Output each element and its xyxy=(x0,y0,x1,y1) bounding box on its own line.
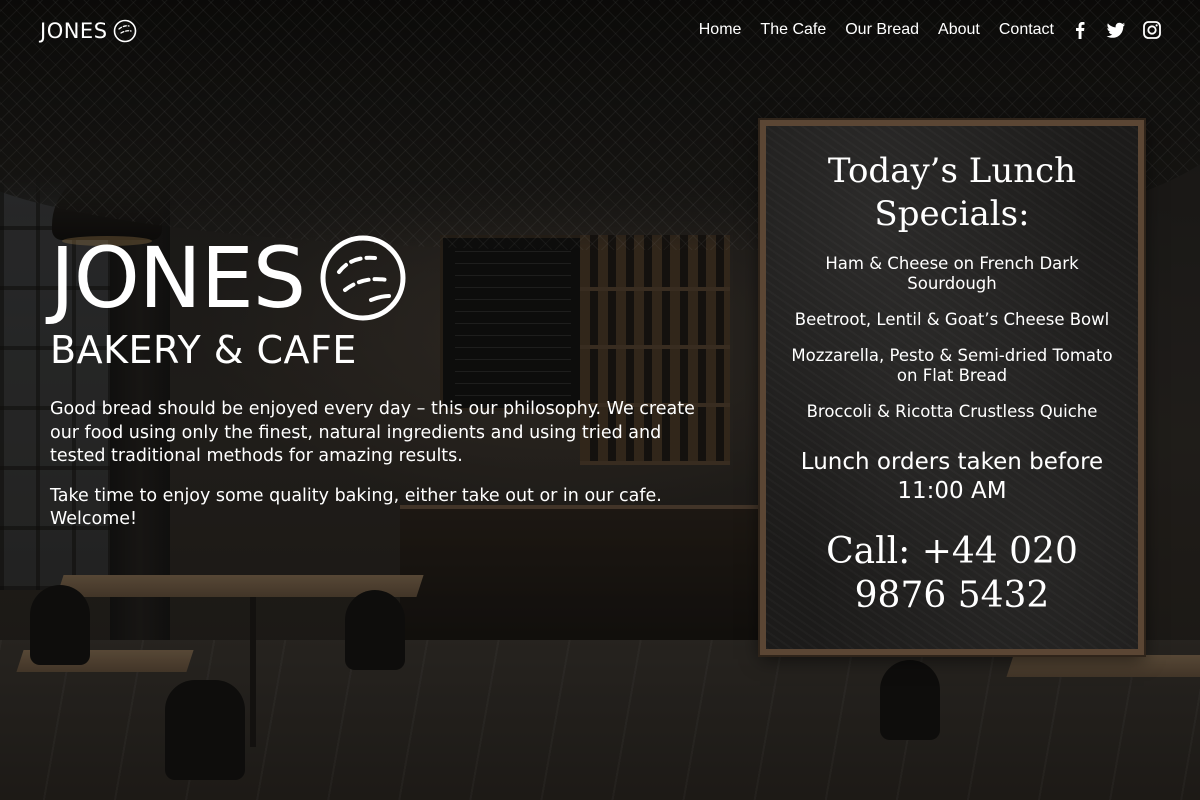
lunch-specials-board: Today’s Lunch Specials: Ham & Cheese on … xyxy=(758,118,1146,657)
hero-paragraph: Take time to enjoy some quality baking, … xyxy=(50,485,662,530)
facebook-icon xyxy=(1076,22,1085,39)
special-item: Broccoli & Ricotta Crustless Quiche xyxy=(806,402,1098,421)
nav-link-our-bread[interactable]: Our Bread xyxy=(845,19,919,41)
nav-link-the-cafe[interactable]: The Cafe xyxy=(760,19,826,41)
hero: JONES BAKERY & CAFE Good bread should be… xyxy=(50,232,720,548)
bread-roll-icon xyxy=(320,235,406,321)
bread-roll-icon xyxy=(113,19,136,43)
specials-heading: Today’s Lunch Specials: xyxy=(827,151,1077,234)
nav-logo-text: JONES xyxy=(40,19,108,43)
nav-link-home[interactable]: Home xyxy=(699,19,742,41)
main-menu: Home The Cafe Our Bread About Contact xyxy=(699,19,1054,41)
hero-logo: JONES xyxy=(50,232,720,324)
special-item: Mozzarella, Pesto & Semi-dried Tomato on… xyxy=(791,346,1113,385)
specials-list: Ham & Cheese on French Dark Sourdough Be… xyxy=(784,254,1120,422)
hero-title: JONES xyxy=(50,229,306,327)
nav-link-contact[interactable]: Contact xyxy=(999,19,1054,41)
instagram-link[interactable] xyxy=(1142,20,1162,40)
nav-link-about[interactable]: About xyxy=(938,19,980,41)
lunch-orders-note: Lunch orders taken before 11:00 AM xyxy=(800,449,1104,504)
facebook-link[interactable] xyxy=(1070,20,1090,40)
twitter-link[interactable] xyxy=(1106,20,1126,40)
phone-number[interactable]: Call: +44 020 9876 5432 xyxy=(786,530,1118,618)
nav-logo[interactable]: JONES xyxy=(40,18,138,44)
hero-paragraph: Good bread should be enjoyed every day –… xyxy=(50,399,695,466)
instagram-icon xyxy=(1143,21,1161,39)
hero-subtitle: BAKERY & CAFE xyxy=(50,328,357,372)
social-links xyxy=(1070,20,1162,40)
navbar: JONES Home The Cafe Our Bread About Cont… xyxy=(0,0,1200,62)
twitter-icon xyxy=(1106,22,1125,38)
special-item: Beetroot, Lentil & Goat’s Cheese Bowl xyxy=(794,310,1110,329)
special-item: Ham & Cheese on French Dark Sourdough xyxy=(825,254,1079,293)
